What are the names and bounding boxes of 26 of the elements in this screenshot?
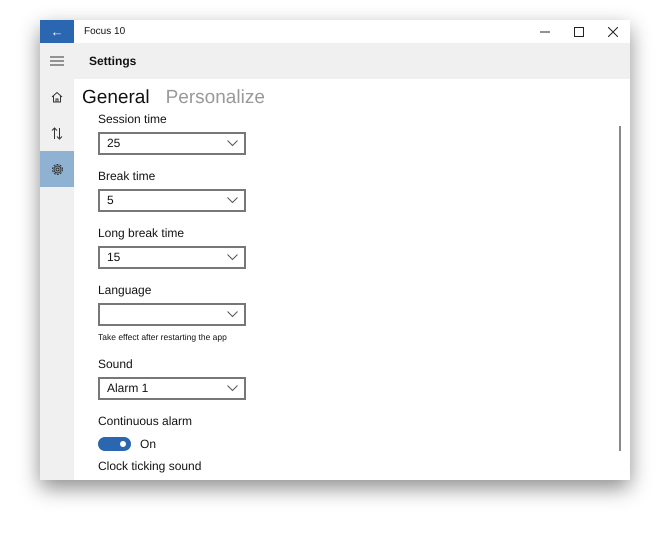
- scrollbar[interactable]: [619, 126, 621, 451]
- window-title: Focus 10: [84, 25, 126, 39]
- hint-text: Take effect after restarting the app: [98, 330, 228, 344]
- tab[interactable]: General: [82, 87, 150, 110]
- field-label: Continuous alarm: [98, 414, 194, 429]
- dropdown[interactable]: Alarm 1: [98, 376, 246, 400]
- field-label: Session time: [98, 112, 168, 127]
- settings-icon[interactable]: [40, 151, 74, 187]
- section-heading: Clock ticking sound: [98, 458, 202, 474]
- toggle-switch[interactable]: [98, 436, 131, 451]
- field-label: Language: [98, 282, 152, 298]
- field-label: Break time: [98, 168, 156, 184]
- back-button[interactable]: ←: [40, 20, 74, 43]
- chevron-icon: [227, 196, 238, 204]
- page-title: Settings: [89, 53, 136, 70]
- toggle-state: On: [140, 436, 156, 453]
- chevron-icon: [227, 384, 238, 392]
- field-label: Sound: [98, 356, 134, 372]
- dropdown[interactable]: [98, 302, 246, 326]
- dropdown[interactable]: 25: [98, 132, 246, 155]
- chevron-icon: [227, 254, 238, 261]
- field-label: Long break time: [98, 226, 186, 241]
- dropdown[interactable]: 5: [98, 188, 246, 212]
- dropdown[interactable]: 15: [98, 246, 246, 269]
- chevron-icon: [227, 310, 238, 318]
- chevron-icon: [227, 140, 238, 147]
